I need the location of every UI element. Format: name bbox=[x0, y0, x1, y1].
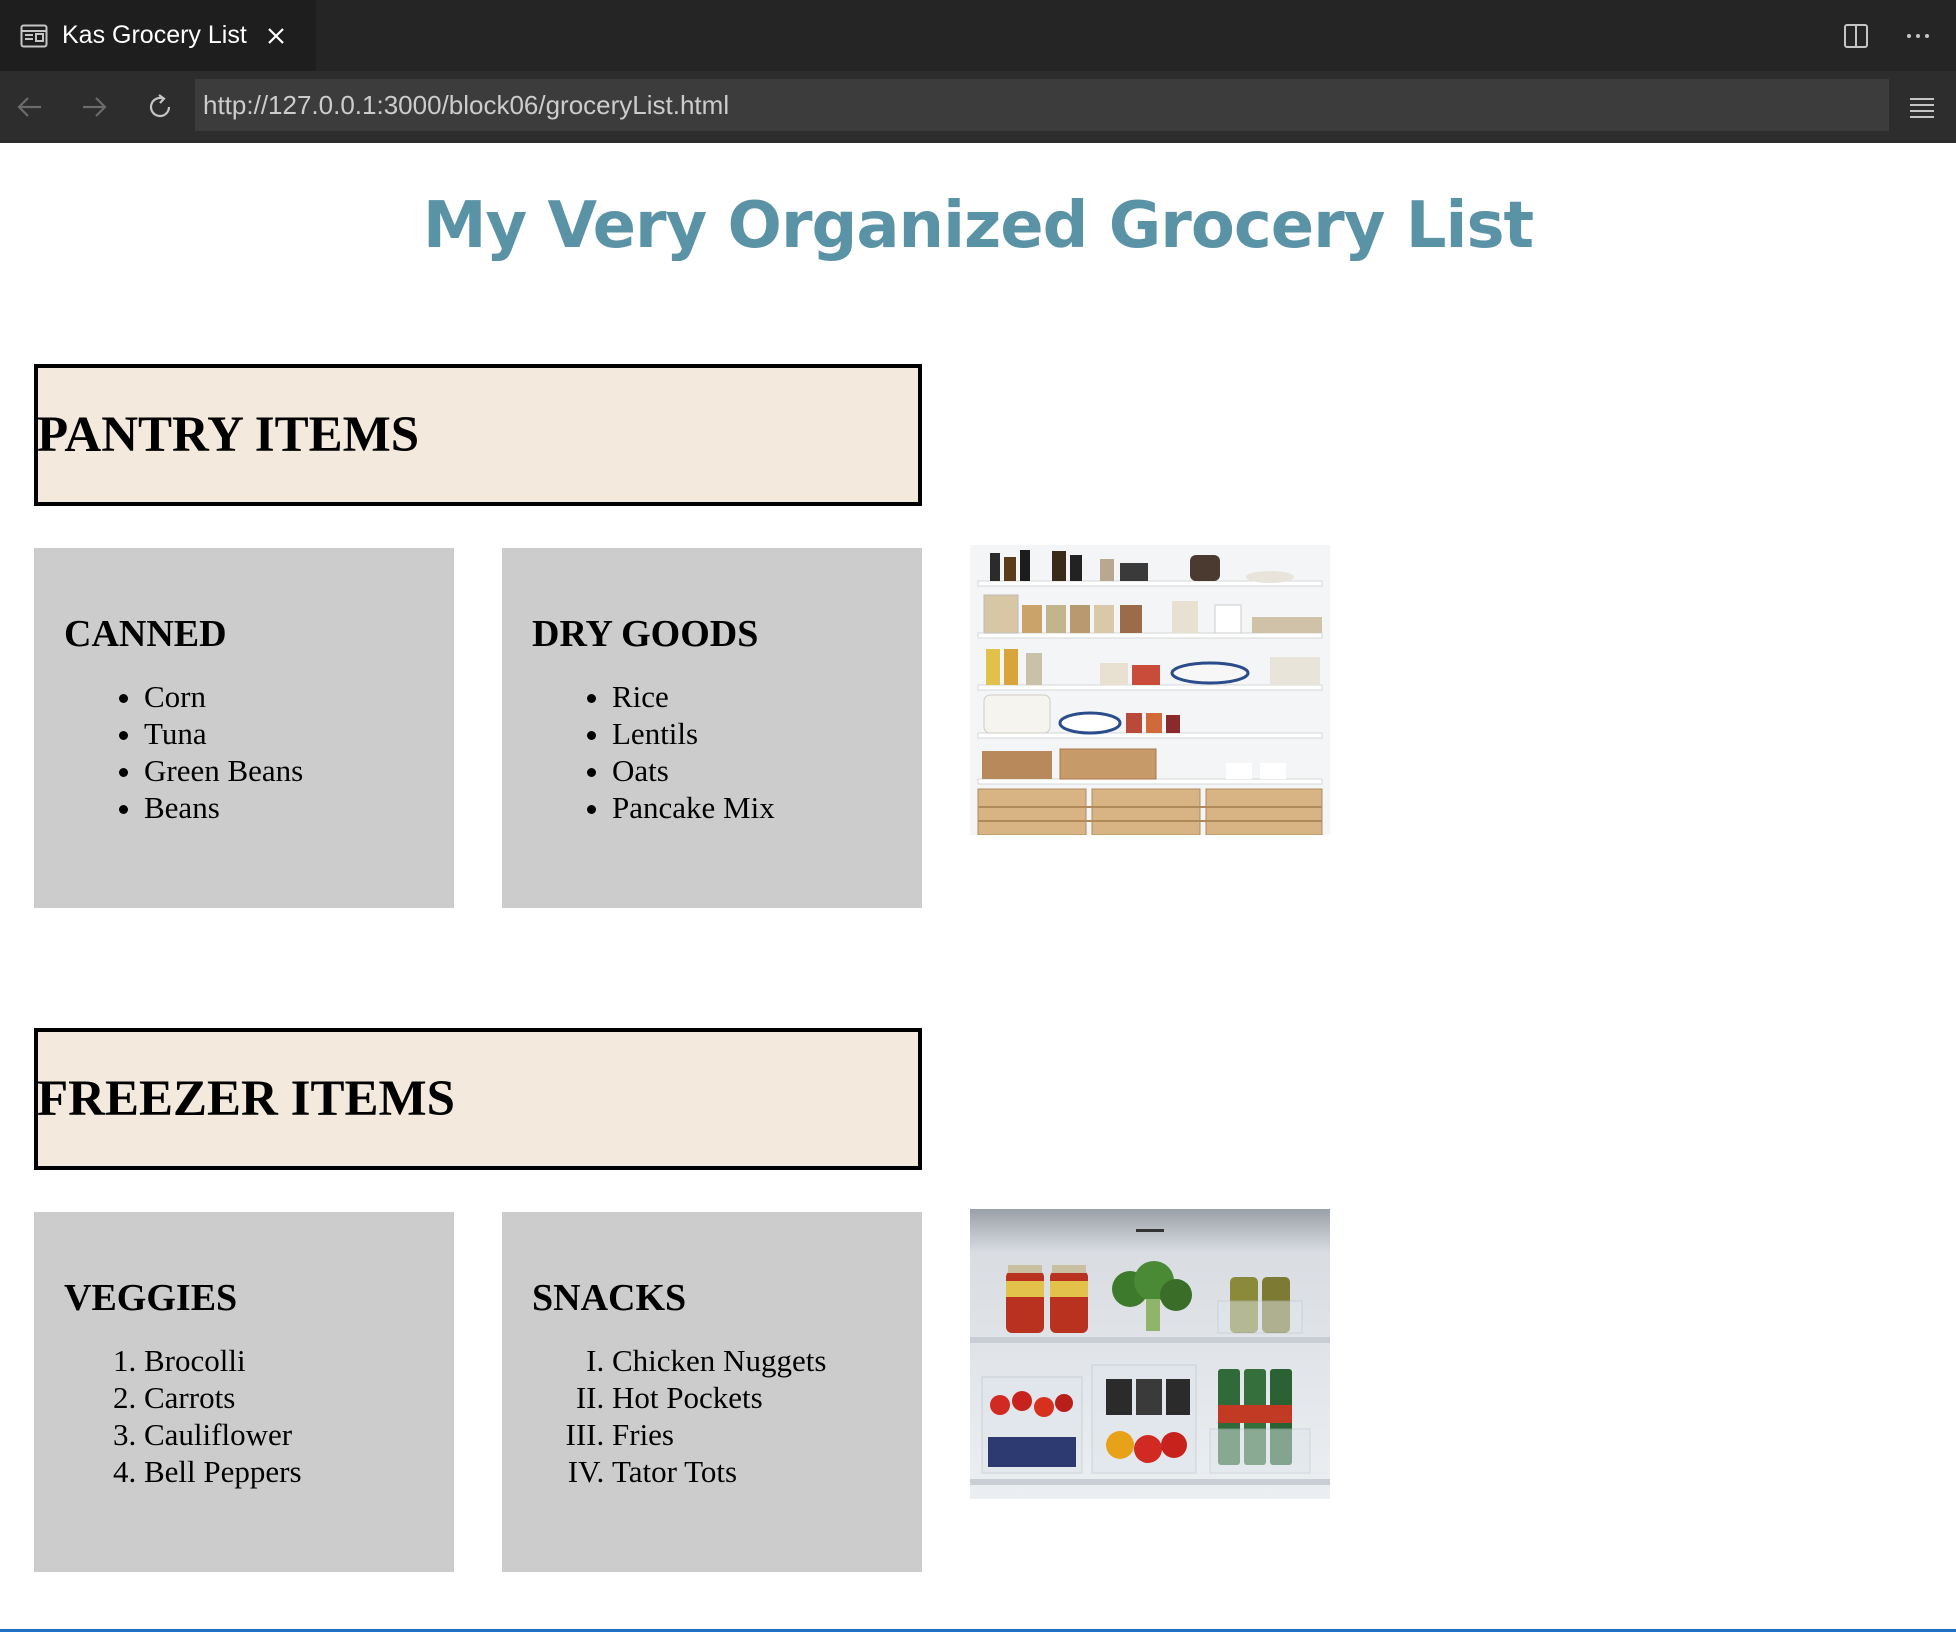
list-item: Beans bbox=[144, 789, 454, 826]
list-item: Carrots bbox=[144, 1379, 454, 1416]
pantry-heading: PANTRY ITEMS bbox=[37, 407, 420, 463]
list-item: Tator Tots bbox=[612, 1453, 922, 1490]
browser-tab[interactable]: Kas Grocery List bbox=[0, 0, 316, 71]
list-item: Chicken Nuggets bbox=[612, 1342, 922, 1379]
list-item: Fries bbox=[612, 1416, 922, 1453]
list-item: Green Beans bbox=[144, 752, 454, 789]
tab-title: Kas Grocery List bbox=[62, 21, 247, 49]
canned-heading: CANNED bbox=[64, 613, 227, 655]
canned-card: CANNED Corn Tuna Green Beans Beans bbox=[34, 548, 454, 908]
list-item: Brocolli bbox=[144, 1342, 454, 1379]
freezer-heading: FREEZER ITEMS bbox=[37, 1071, 456, 1127]
arrow-right-icon[interactable] bbox=[72, 85, 116, 129]
veggies-card: VEGGIES Brocolli Carrots Cauliflower Bel… bbox=[34, 1212, 454, 1572]
canned-list: Corn Tuna Green Beans Beans bbox=[144, 678, 454, 826]
dry-goods-card: DRY GOODS Rice Lentils Oats Pancake Mix bbox=[502, 548, 922, 908]
pantry-section-banner: PANTRY ITEMS bbox=[34, 364, 922, 506]
snacks-heading: SNACKS bbox=[532, 1277, 687, 1319]
list-item: Pancake Mix bbox=[612, 789, 922, 826]
address-bar-input[interactable] bbox=[195, 79, 1889, 131]
dry-goods-heading: DRY GOODS bbox=[532, 613, 759, 655]
close-icon[interactable] bbox=[265, 25, 287, 47]
page-title: My Very Organized Grocery List bbox=[422, 189, 1534, 263]
veggies-heading: VEGGIES bbox=[64, 1277, 238, 1319]
list-item: Lentils bbox=[612, 715, 922, 752]
snacks-list: Chicken Nuggets Hot Pockets Fries Tator … bbox=[612, 1342, 922, 1490]
hamburger-menu-icon[interactable] bbox=[1900, 85, 1944, 129]
browser-preview-icon bbox=[20, 24, 48, 48]
list-item: Corn bbox=[144, 678, 454, 715]
navigation-bar bbox=[0, 71, 1956, 143]
list-item: Cauliflower bbox=[144, 1416, 454, 1453]
list-item: Rice bbox=[612, 678, 922, 715]
arrow-left-icon[interactable] bbox=[8, 85, 52, 129]
more-actions-icon[interactable] bbox=[1904, 22, 1932, 50]
pantry-shelves-image bbox=[970, 545, 1330, 835]
tab-bar-actions bbox=[1842, 0, 1932, 71]
list-item: Tuna bbox=[144, 715, 454, 752]
fridge-interior-image bbox=[970, 1209, 1330, 1499]
snacks-card: SNACKS Chicken Nuggets Hot Pockets Fries… bbox=[502, 1212, 922, 1572]
reload-icon[interactable] bbox=[138, 85, 182, 129]
list-item: Oats bbox=[612, 752, 922, 789]
freezer-section-banner: FREEZER ITEMS bbox=[34, 1028, 922, 1170]
tab-bar: Kas Grocery List bbox=[0, 0, 1956, 71]
dry-goods-list: Rice Lentils Oats Pancake Mix bbox=[612, 678, 922, 826]
list-item: Hot Pockets bbox=[612, 1379, 922, 1416]
page-content: My Very Organized Grocery List PANTRY IT… bbox=[0, 143, 1956, 1629]
list-item: Bell Peppers bbox=[144, 1453, 454, 1490]
split-editor-icon[interactable] bbox=[1842, 22, 1870, 50]
veggies-list: Brocolli Carrots Cauliflower Bell Pepper… bbox=[144, 1342, 454, 1490]
